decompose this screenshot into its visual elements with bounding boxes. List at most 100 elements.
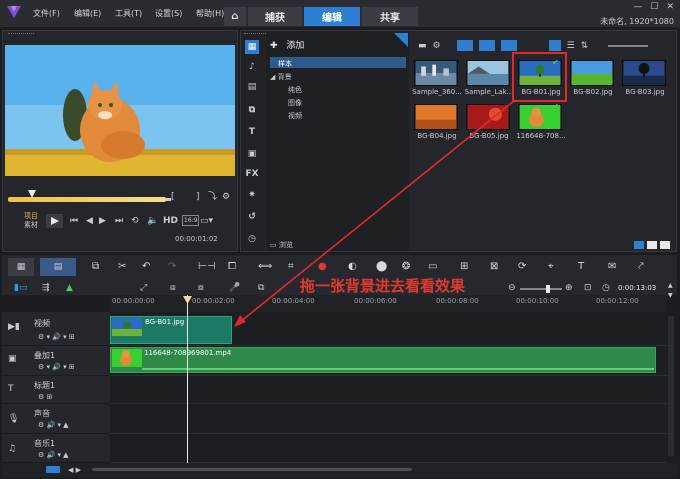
settings-icon[interactable]: ⚙ bbox=[222, 192, 230, 202]
zoom-in-icon[interactable]: ⊕ bbox=[565, 283, 573, 293]
track-controls-icon[interactable]: ⚙ 🔊 ▾ ▲ bbox=[38, 450, 69, 460]
scrub-handle-icon[interactable] bbox=[28, 190, 36, 198]
export-icon[interactable]: ✉ bbox=[608, 261, 616, 272]
crop-icon[interactable]: ⌗ bbox=[288, 261, 294, 272]
multi-cam-icon[interactable]: ⊞ bbox=[460, 261, 468, 272]
clock-icon[interactable]: ◷ bbox=[602, 283, 610, 293]
menu-edit[interactable]: 编辑(E) bbox=[74, 8, 101, 19]
add-marker-icon[interactable]: ▲ bbox=[66, 283, 73, 293]
zoom-fit-icon[interactable]: ⤢ bbox=[140, 283, 147, 293]
zoom-out-icon[interactable]: ⊖ bbox=[508, 283, 516, 293]
tab-capture[interactable]: 捕获 bbox=[248, 7, 302, 26]
storyboard-view-button[interactable]: ▦ bbox=[8, 258, 34, 276]
sort-icon[interactable]: ⇅ bbox=[581, 41, 589, 51]
menu-file[interactable]: 文件(F) bbox=[33, 8, 60, 19]
timeline-view-button[interactable]: ▤ bbox=[40, 258, 76, 276]
go-end-icon[interactable]: ⏭ bbox=[115, 216, 123, 226]
footer-view-button[interactable] bbox=[647, 241, 657, 249]
folder-icon[interactable]: ▬ bbox=[418, 41, 427, 51]
menu-help[interactable]: 帮助(H) bbox=[196, 8, 224, 19]
track-controls-icon[interactable]: ⚙ ▾ 🔊 ▾ ⊞ bbox=[38, 332, 75, 342]
subtitle-icon[interactable]: ▭ bbox=[428, 261, 437, 272]
timecode-stepper-icon[interactable]: ▲ ▼ bbox=[668, 281, 673, 301]
track-zoom-button[interactable] bbox=[46, 466, 60, 473]
path-icon[interactable]: ↺ bbox=[245, 210, 259, 224]
tree-item-samples[interactable]: 样本 bbox=[278, 59, 292, 69]
thumbnail-item[interactable] bbox=[570, 60, 614, 88]
overlay-icon[interactable]: ▣ bbox=[245, 147, 259, 161]
stabilize-icon[interactable]: ⌖ bbox=[548, 261, 554, 272]
panel-grip[interactable] bbox=[8, 33, 34, 35]
filter-icon[interactable]: FX bbox=[245, 167, 259, 181]
zoom-slider-thumb[interactable] bbox=[546, 285, 550, 293]
tree-item-video[interactable]: 视频 bbox=[288, 111, 302, 121]
thumbnail-item[interactable] bbox=[466, 60, 510, 88]
overlay-mode-icon[interactable]: ⧇ bbox=[198, 283, 204, 293]
text-effect-icon[interactable]: T bbox=[578, 261, 584, 272]
mark-in-icon[interactable]: [ bbox=[171, 192, 175, 202]
graphics-icon[interactable]: ⧉ bbox=[245, 103, 259, 117]
expand-corner-icon[interactable] bbox=[394, 33, 408, 47]
volume-icon[interactable]: 🔈 bbox=[147, 216, 158, 226]
thumbnail-item[interactable] bbox=[414, 104, 458, 132]
title-icon[interactable]: T bbox=[245, 125, 259, 139]
tree-item-image[interactable]: 图像 bbox=[288, 98, 302, 108]
player-mode-toggle[interactable]: 项目 素材 bbox=[24, 212, 38, 230]
mic-icon[interactable]: 🎤 bbox=[229, 283, 240, 293]
repeat-icon[interactable]: ⟲ bbox=[131, 216, 139, 226]
color-icon[interactable]: ❂ bbox=[402, 261, 410, 272]
fit-timeline-icon[interactable]: ⊢⊣ bbox=[198, 261, 215, 272]
close-icon[interactable]: ✕ bbox=[666, 2, 674, 12]
transition-icon[interactable]: ▤ bbox=[245, 80, 259, 94]
vertical-scrollbar[interactable] bbox=[668, 316, 674, 456]
mode-clip[interactable]: 素材 bbox=[24, 221, 38, 230]
multi-track-icon[interactable]: ✂ bbox=[118, 261, 126, 272]
browse-button[interactable]: ▭ 浏览 bbox=[270, 240, 293, 250]
playhead-handle-icon[interactable] bbox=[183, 296, 192, 304]
menu-settings[interactable]: 设置(S) bbox=[155, 8, 182, 19]
add-button[interactable]: ✚ 添加 bbox=[270, 38, 304, 51]
menu-tools[interactable]: 工具(T) bbox=[115, 8, 142, 19]
maximize-icon[interactable]: ☐ bbox=[650, 2, 658, 12]
instant-project-icon[interactable]: ♪ bbox=[245, 60, 259, 74]
timeline-timecode[interactable]: 0:00:13:03 bbox=[618, 284, 656, 292]
tree-item-background[interactable]: ◢ 背景 bbox=[270, 72, 292, 82]
tab-share[interactable]: 共享 bbox=[362, 7, 418, 26]
mode-project[interactable]: 项目 bbox=[24, 212, 38, 221]
media-icon[interactable]: ▦ bbox=[245, 40, 259, 54]
aspect-ratio-selector[interactable]: 16:9 bbox=[182, 215, 200, 226]
snap-icon[interactable]: ⧈ bbox=[170, 283, 176, 293]
tab-home[interactable]: ⌂ bbox=[224, 7, 246, 26]
split-icon[interactable]: ⤵ bbox=[208, 192, 217, 202]
horizontal-scrollbar[interactable] bbox=[92, 468, 412, 471]
filter-image-button[interactable] bbox=[478, 40, 495, 51]
redo-icon[interactable]: ↷ bbox=[168, 261, 176, 272]
hd-toggle[interactable]: HD bbox=[163, 216, 178, 226]
player-timecode[interactable]: 00:00:01:02 bbox=[175, 235, 218, 243]
footer-view-button[interactable] bbox=[660, 241, 670, 249]
thumbnail-size-slider[interactable] bbox=[608, 44, 649, 47]
chapter-icon[interactable]: ⇶ bbox=[42, 283, 50, 293]
copy-icon[interactable]: ⧉ bbox=[92, 261, 99, 272]
track-controls-icon[interactable]: ⚙ ▾ 🔊 ▾ ⊞ bbox=[38, 362, 75, 372]
motion-icon[interactable]: ✷ bbox=[245, 188, 259, 202]
scroll-left-icon[interactable]: ◀ ▶ bbox=[68, 465, 81, 475]
window-size-icon[interactable]: ▭▾ bbox=[200, 216, 213, 226]
footer-view-button[interactable] bbox=[634, 241, 644, 249]
audio-mix-icon[interactable]: ⧉ bbox=[258, 283, 264, 293]
speed-icon[interactable]: ◷ bbox=[245, 232, 259, 246]
split-screen-icon[interactable]: ⊠ bbox=[490, 261, 498, 272]
filter-audio-button[interactable] bbox=[500, 40, 517, 51]
minimize-icon[interactable]: — bbox=[633, 2, 642, 12]
filter-video-button[interactable] bbox=[456, 40, 473, 51]
track-lane-voice[interactable] bbox=[110, 404, 667, 434]
thumbnail-item[interactable] bbox=[414, 60, 458, 88]
loop-icon[interactable]: ⟳ bbox=[518, 261, 526, 272]
thumbnail-item[interactable] bbox=[466, 104, 510, 132]
track-lane-music[interactable] bbox=[110, 434, 667, 463]
list-view-icon[interactable]: ☰ bbox=[567, 41, 575, 51]
tab-edit[interactable]: 编辑 bbox=[304, 7, 360, 26]
mask-icon[interactable]: ◐ bbox=[348, 261, 357, 272]
go-start-icon[interactable]: ⏮ bbox=[70, 216, 78, 226]
screen-capture-icon[interactable]: ⧠ bbox=[228, 261, 236, 272]
